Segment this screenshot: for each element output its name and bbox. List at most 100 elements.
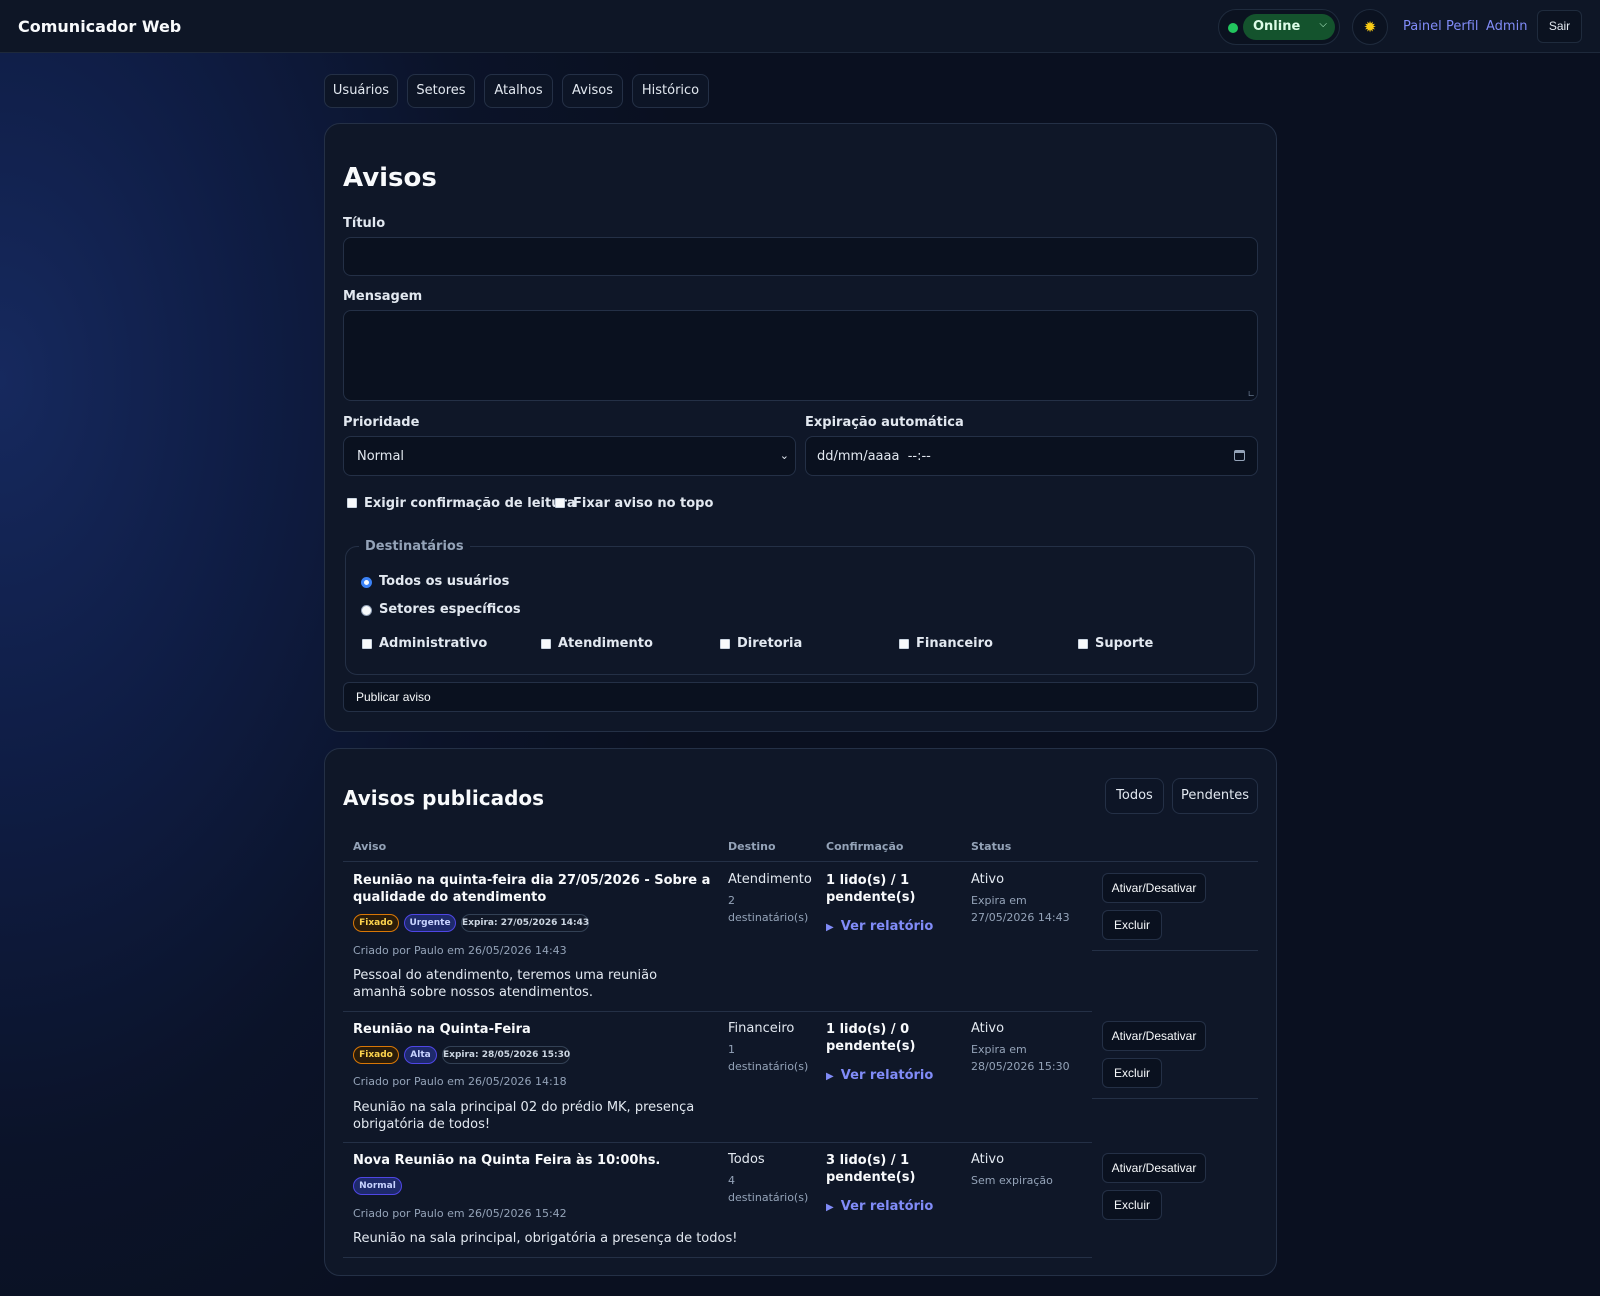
sector-label-administrativo: Administrativo [379,636,488,651]
notice-title: Reunião na quinta-feira dia 27/05/2026 -… [353,873,711,905]
toggle-active-button[interactable]: Ativar/Desativar [1102,1153,1206,1183]
message-textarea[interactable]: ∟ [343,310,1258,401]
theme-toggle-button[interactable]: ✹ [1352,9,1388,45]
tab-avisos[interactable]: Avisos [562,74,623,108]
notice-status-detail: Expira em 27/05/2026 14:43 [971,894,1070,924]
pin-notice-checkbox[interactable] [555,498,565,508]
expiration-placeholder: dd/mm/aaaa --:-- [817,449,931,464]
tab-atalhos[interactable]: Atalhos [484,74,553,108]
action-cell-divider [1092,1098,1258,1099]
sector-checkbox-administrativo[interactable] [362,639,372,649]
badge-priority: Urgente [404,914,456,932]
radio-specific-sectors[interactable] [361,605,372,616]
resize-handle-icon[interactable]: ∟ [1247,390,1255,400]
notice-status-detail: Expira em 28/05/2026 15:30 [971,1043,1070,1073]
view-report-link: Ver relatório [840,1068,934,1083]
triangle-right-icon: ▶ [826,922,834,933]
notice-destination: Todos [728,1152,765,1167]
tab-historico[interactable]: Histórico [632,74,709,108]
toggle-active-button[interactable]: Ativar/Desativar [1102,1021,1206,1051]
calendar-icon[interactable] [1234,450,1245,461]
notice-recipients-count: 4 destinatário(s) [728,1174,809,1204]
notice-destination: Financeiro [728,1021,795,1036]
nav-link-perfil[interactable]: Perfil [1446,19,1479,34]
chevron-down-icon: ⌄ [779,449,789,462]
filter-all-button[interactable]: Todos [1105,778,1164,814]
column-header-confirmacao: Confirmação [826,840,904,853]
tab-setores[interactable]: Setores [407,74,475,108]
publish-notice-button[interactable]: Publicar aviso [343,682,1258,712]
status-select[interactable]: Online ⌵ [1243,14,1335,40]
badge-expiration: Expira: 28/05/2026 15:30 [442,1046,570,1064]
notice-recipients-count: 2 destinatário(s) [728,894,809,924]
sector-checkbox-atendimento[interactable] [541,639,551,649]
notice-created-meta: Criado por Paulo em 26/05/2026 15:42 [353,1207,567,1220]
priority-value: Normal [357,449,405,464]
sector-checkbox-diretoria[interactable] [720,639,730,649]
header-divider [343,861,1258,862]
notice-confirmation: 1 lido(s) / 1 pendente(s) [826,873,916,905]
require-read-checkbox[interactable] [347,498,357,508]
badge-pinned: Fixado [353,1046,399,1064]
notice-recipients-count: 1 destinatário(s) [728,1043,809,1073]
triangle-right-icon: ▶ [826,1202,834,1213]
app-title: Comunicador Web [18,17,182,36]
page-title: Avisos [343,163,437,193]
column-header-destino: Destino [728,840,776,853]
column-header-status: Status [971,840,1012,853]
notice-message: Pessoal do atendimento, teremos uma reun… [353,968,658,1000]
nav-link-admin[interactable]: Admin [1486,19,1527,34]
sector-label-financeiro: Financeiro [916,636,993,651]
row-divider [343,1142,1092,1143]
sector-checkbox-suporte[interactable] [1078,639,1088,649]
expiration-datetime-input[interactable]: dd/mm/aaaa --:-- [805,436,1258,476]
badge-expiration: Expira: 27/05/2026 14:43 [461,914,589,932]
notice-title: Nova Reunião na Quinta Feira às 10:00hs. [353,1153,661,1168]
report-toggle[interactable]: ▶ Ver relatório [826,1064,934,1083]
column-header-aviso: Aviso [353,840,387,853]
sector-label-diretoria: Diretoria [737,636,803,651]
recipients-fieldset: Destinatários Todos os usuários Setores … [345,539,1255,675]
view-report-link: Ver relatório [840,919,934,934]
status-value: Online [1253,19,1301,34]
badge-priority: Alta [404,1046,437,1064]
sector-checkbox-financeiro[interactable] [899,639,909,649]
chevron-down-icon: ⌵ [1319,19,1327,30]
nav-link-painel[interactable]: Painel [1403,19,1442,34]
online-dot-icon [1228,23,1238,33]
notice-created-meta: Criado por Paulo em 26/05/2026 14:18 [353,1075,567,1088]
report-toggle[interactable]: ▶ Ver relatório [826,915,934,934]
title-input[interactable] [343,237,1258,276]
expiration-label: Expiração automática [805,415,964,430]
radio-all-users-label: Todos os usuários [379,574,510,589]
badge-pinned: Fixado [353,914,399,932]
require-read-label: Exigir confirmação de leitura [364,496,576,511]
sector-label-suporte: Suporte [1095,636,1154,651]
notice-status: Ativo [971,872,1005,887]
toggle-active-button[interactable]: Ativar/Desativar [1102,873,1206,903]
title-label: Título [343,216,386,231]
delete-button[interactable]: Excluir [1102,1058,1162,1088]
top-bar: Comunicador Web Online ⌵ ✹ Painel Perfil… [0,0,1600,53]
badge-priority: Normal [353,1177,402,1195]
notice-status: Ativo [971,1152,1005,1167]
logout-button[interactable]: Sair [1537,10,1582,43]
notice-form-card: Avisos Título Mensagem ∟ Prioridade Norm… [324,123,1277,732]
triangle-right-icon: ▶ [826,1071,834,1082]
published-heading: Avisos publicados [343,786,545,810]
filter-pending-button[interactable]: Pendentes [1172,778,1258,814]
notice-title: Reunião na Quinta-Feira [353,1022,531,1037]
priority-select[interactable]: Normal ⌄ [343,436,796,476]
notice-destination: Atendimento [728,872,812,887]
delete-button[interactable]: Excluir [1102,1190,1162,1220]
report-toggle[interactable]: ▶ Ver relatório [826,1195,933,1214]
notice-confirmation: 1 lido(s) / 0 pendente(s) [826,1022,916,1054]
tab-usuarios[interactable]: Usuários [324,74,398,108]
delete-button[interactable]: Excluir [1102,910,1162,940]
radio-specific-sectors-label: Setores específicos [379,602,521,617]
radio-all-users[interactable] [361,577,372,588]
notice-created-meta: Criado por Paulo em 26/05/2026 14:43 [353,944,567,957]
priority-label: Prioridade [343,415,420,430]
row-divider [343,1257,1092,1258]
published-notices-card: Avisos publicados Todos Pendentes Aviso … [324,748,1277,1276]
